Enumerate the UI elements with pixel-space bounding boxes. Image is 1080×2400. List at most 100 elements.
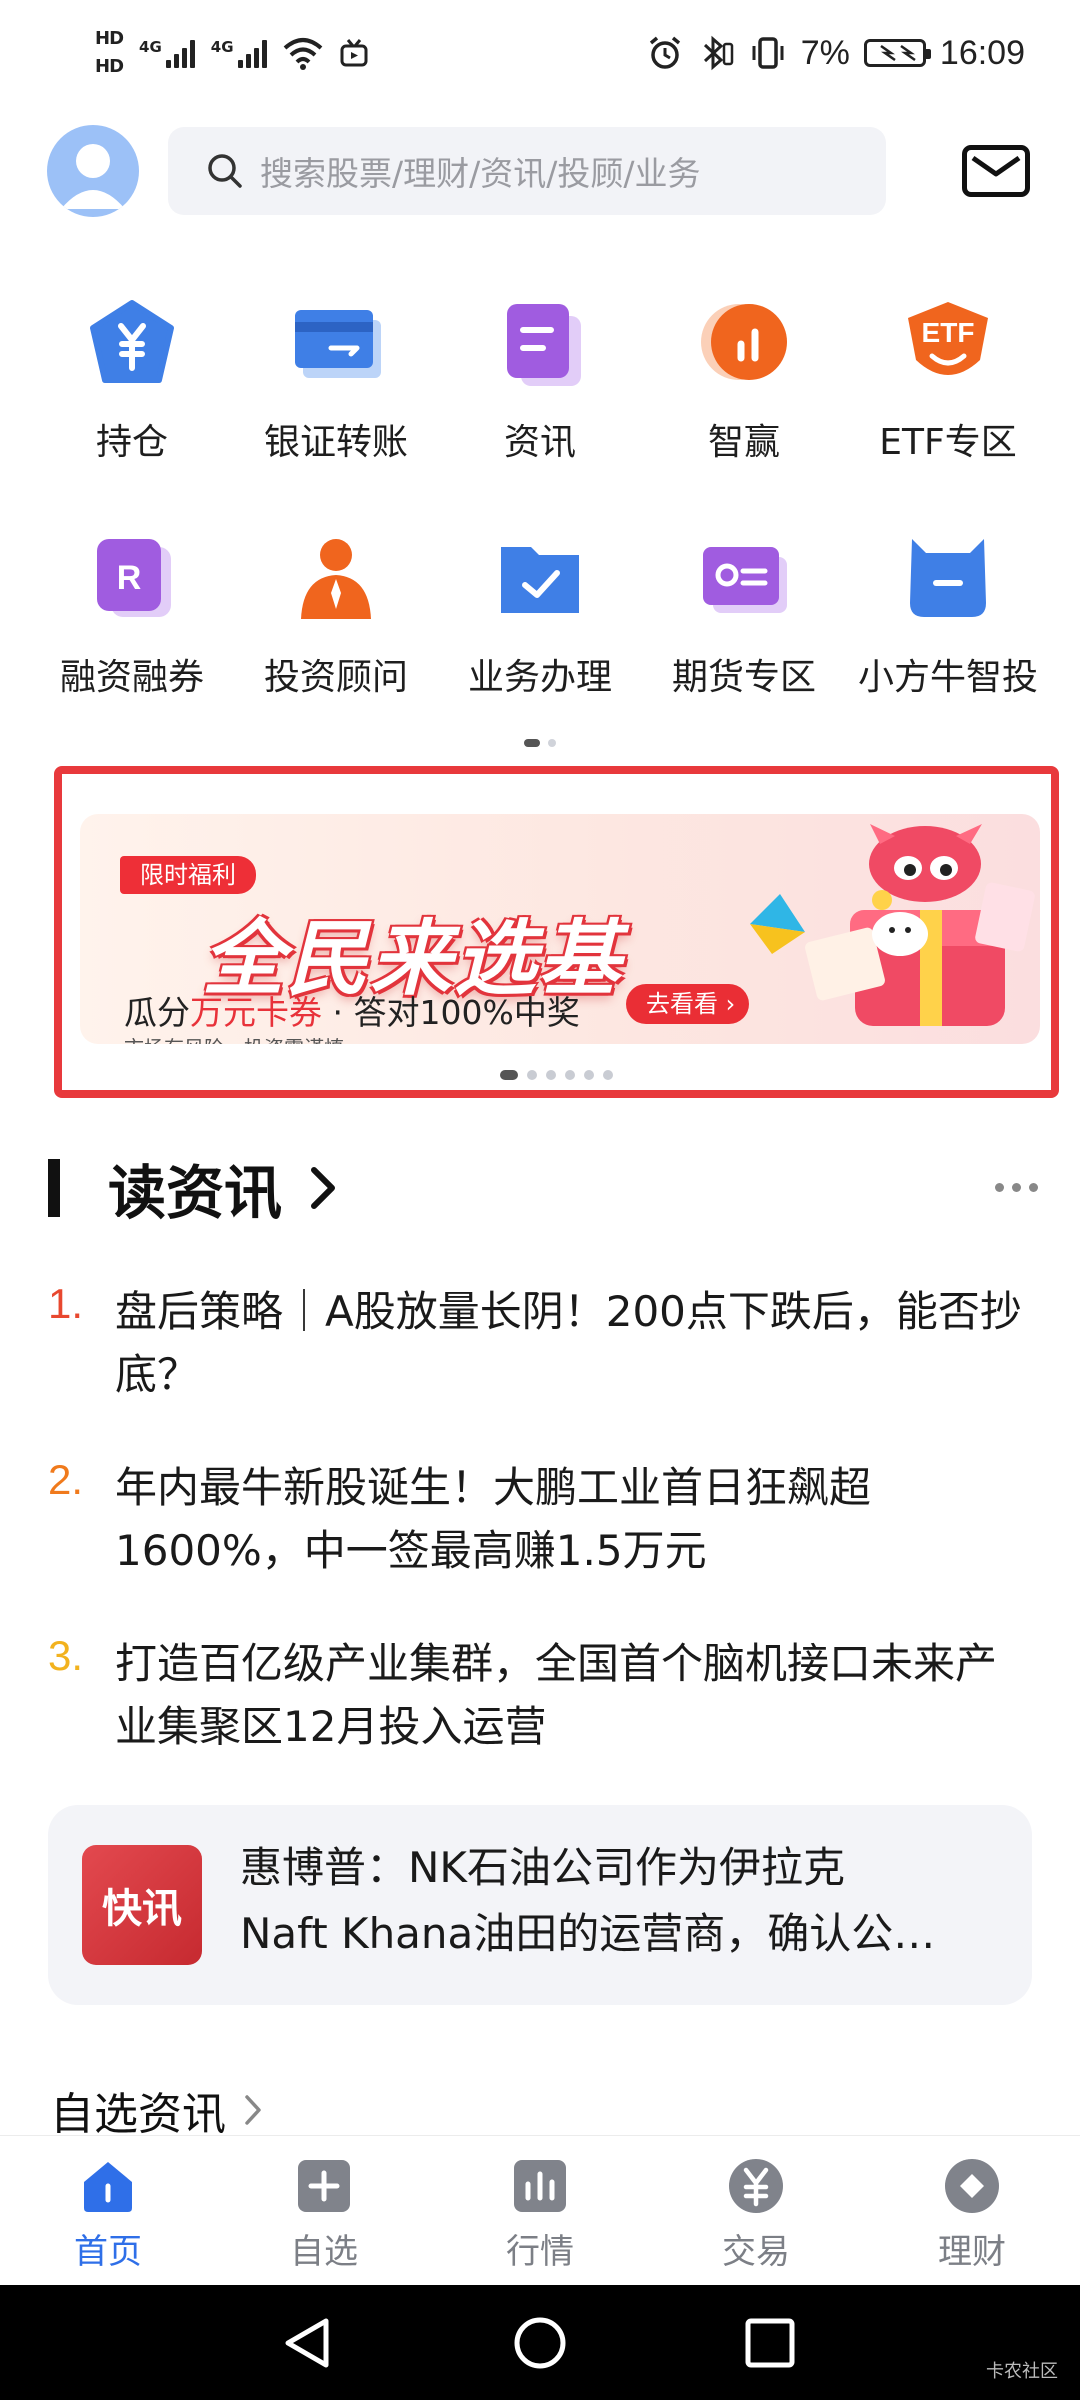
etf-badge-icon: ETF bbox=[900, 295, 996, 391]
section-accent-bar bbox=[48, 1158, 60, 1217]
tab-label: 首页 bbox=[74, 2232, 142, 2272]
yuan-shield-icon bbox=[84, 295, 180, 391]
tab-label: 自选 bbox=[290, 2232, 358, 2272]
app-header: 搜索股票/理财/资讯/投顾/业务 bbox=[0, 125, 1080, 217]
shortcut-futures[interactable]: 期货专区 bbox=[642, 530, 846, 765]
status-right: 7% 16:09 bbox=[647, 28, 1025, 78]
envelope-icon bbox=[971, 155, 1021, 177]
news-headline: 盘后策略｜A股放量长阴！200点下跌后，能否抄底？ bbox=[115, 1287, 1022, 1399]
tv-app-icon bbox=[340, 39, 368, 67]
news-item-1[interactable]: 1. 盘后策略｜A股放量长阴！200点下跌后，能否抄底？ bbox=[48, 1280, 1038, 1406]
more-options-icon[interactable] bbox=[995, 1173, 1038, 1202]
market-chart-icon bbox=[514, 2160, 566, 2212]
tab-label: 交易 bbox=[722, 2232, 790, 2272]
search-input[interactable]: 搜索股票/理财/资讯/投顾/业务 bbox=[168, 127, 886, 215]
banner-risk-note: 市场有风险，投资需谨慎 bbox=[124, 1032, 344, 1044]
advisor-icon bbox=[288, 530, 384, 626]
banner-tag: 限时福利 bbox=[120, 856, 256, 894]
news-rank: 1. bbox=[48, 1280, 84, 1327]
news-rank: 2. bbox=[48, 1456, 84, 1503]
card-transfer-icon bbox=[288, 295, 384, 391]
yuan-circle-icon bbox=[729, 2159, 783, 2213]
svg-text:R: R bbox=[117, 559, 142, 597]
shortcut-grid: 持仓 银证转账 资讯 智赢 ETF ETF专区 R 融资融券 投资顾问 业务办理… bbox=[30, 295, 1050, 765]
shortcut-etf[interactable]: ETF ETF专区 bbox=[846, 295, 1050, 530]
vibrate-icon bbox=[752, 37, 784, 69]
recents-icon[interactable] bbox=[742, 2315, 798, 2371]
shortcut-label: ETF专区 bbox=[879, 422, 1017, 463]
back-icon[interactable] bbox=[280, 2315, 336, 2371]
bar-chart-circle-icon bbox=[696, 295, 792, 391]
tab-trade[interactable]: 交易 bbox=[648, 2136, 864, 2285]
shortcut-holdings[interactable]: 持仓 bbox=[30, 295, 234, 530]
search-icon bbox=[208, 154, 242, 188]
grid-page-indicator bbox=[0, 739, 1080, 747]
shortcut-label: 持仓 bbox=[95, 422, 168, 463]
shortcut-label: 融资融券 bbox=[59, 657, 204, 698]
chevron-right-icon bbox=[245, 2095, 261, 2125]
shortcut-bank-transfer[interactable]: 银证转账 bbox=[234, 295, 438, 530]
signal-1-icon: 4G bbox=[139, 38, 195, 68]
home-icon bbox=[84, 2162, 132, 2212]
home-circle-icon[interactable] bbox=[512, 2315, 568, 2371]
tab-watchlist[interactable]: 自选 bbox=[216, 2136, 432, 2285]
battery-icon bbox=[863, 39, 931, 67]
alarm-icon bbox=[649, 36, 680, 69]
news-section-title[interactable]: 读资讯 bbox=[108, 1146, 282, 1230]
user-icon bbox=[61, 144, 125, 209]
banner-card: 限时福利 全民来选基 瓜分万元卡券 · 答对100%中奖 去看看 › 市场有风险… bbox=[80, 814, 1040, 1044]
hd-badge-2: HD bbox=[95, 56, 124, 77]
bull-icon bbox=[900, 530, 996, 626]
news-item-3[interactable]: 3. 打造百亿级产业集群，全国首个脑机接口未来产业集聚区12月投入运营 bbox=[48, 1632, 1038, 1758]
watermark: 卡农社区 bbox=[986, 2361, 1058, 2382]
shortcut-label: 期货专区 bbox=[671, 657, 816, 698]
wifi-icon bbox=[283, 38, 322, 70]
shortcut-label: 银证转账 bbox=[263, 422, 408, 463]
mail-button[interactable] bbox=[962, 145, 1030, 197]
futures-card-icon bbox=[696, 530, 792, 626]
shortcut-label: 资讯 bbox=[503, 422, 576, 463]
shortcut-label: 小方牛智投 bbox=[857, 657, 1038, 698]
battery-percent: 7% bbox=[800, 33, 850, 72]
search-placeholder: 搜索股票/理财/资讯/投顾/业务 bbox=[260, 154, 701, 193]
shortcut-zhiying[interactable]: 智赢 bbox=[642, 295, 846, 530]
news-rank: 3. bbox=[48, 1632, 84, 1679]
tab-home[interactable]: 首页 bbox=[0, 2136, 216, 2285]
tab-label: 理财 bbox=[938, 2232, 1006, 2272]
svg-text:ETF: ETF bbox=[922, 317, 975, 348]
chevron-right-icon[interactable] bbox=[308, 1164, 338, 1212]
tab-market[interactable]: 行情 bbox=[432, 2136, 648, 2285]
watchlist-news-header[interactable]: 自选资讯 bbox=[50, 2080, 262, 2140]
system-navigation-bar: 卡农社区 bbox=[0, 2285, 1080, 2400]
signal-2-icon: 4G bbox=[211, 38, 267, 68]
shortcut-margin[interactable]: R 融资融券 bbox=[30, 530, 234, 765]
hd-badge-1: HD bbox=[95, 28, 124, 49]
tab-wealth[interactable]: 理财 bbox=[864, 2136, 1080, 2285]
clock: 16:09 bbox=[939, 33, 1025, 72]
promo-banner[interactable]: 限时福利 全民来选基 瓜分万元卡券 · 答对100%中奖 去看看 › 市场有风险… bbox=[54, 766, 1059, 1098]
flash-news-card[interactable]: 快讯 惠博普：NK石油公司作为伊拉克 Naft Khana油田的运营商，确认公… bbox=[48, 1805, 1032, 2005]
banner-subtitle: 瓜分万元卡券 · 答对100%中奖 bbox=[124, 993, 580, 1032]
tab-label: 行情 bbox=[506, 2232, 574, 2272]
gift-box-illustration bbox=[750, 824, 1035, 1026]
document-icon bbox=[492, 295, 588, 391]
shortcut-business[interactable]: 业务办理 bbox=[438, 530, 642, 765]
shortcut-label: 投资顾问 bbox=[263, 657, 408, 698]
bluetooth-icon bbox=[703, 35, 734, 71]
shortcut-label: 业务办理 bbox=[467, 657, 612, 698]
status-left: HD HD 4G 4G bbox=[95, 22, 369, 84]
status-bar: HD HD 4G 4G 7% 16:09 bbox=[0, 0, 1080, 105]
shortcut-label: 智赢 bbox=[707, 422, 780, 463]
news-headline: 年内最牛新股诞生！大鹏工业首日狂飙超1600%，中一签最高赚1.5万元 bbox=[115, 1463, 872, 1575]
avatar[interactable] bbox=[47, 125, 139, 217]
watchlist-news-title: 自选资讯 bbox=[50, 2089, 226, 2140]
shortcut-advisor[interactable]: 投资顾问 bbox=[234, 530, 438, 765]
r-badge-icon: R bbox=[84, 530, 180, 626]
shortcut-row-2: R 融资融券 投资顾问 业务办理 期货专区 小方牛智投 bbox=[30, 530, 1050, 765]
flash-news-logo: 快讯 bbox=[82, 1845, 202, 1965]
news-section-header: 读资讯 bbox=[48, 1150, 1038, 1227]
plus-square-icon bbox=[298, 2160, 350, 2212]
news-item-2[interactable]: 2. 年内最牛新股诞生！大鹏工业首日狂飙超1600%，中一签最高赚1.5万元 bbox=[48, 1456, 1038, 1582]
shortcut-smart-invest[interactable]: 小方牛智投 bbox=[846, 530, 1050, 765]
shortcut-news[interactable]: 资讯 bbox=[438, 295, 642, 530]
